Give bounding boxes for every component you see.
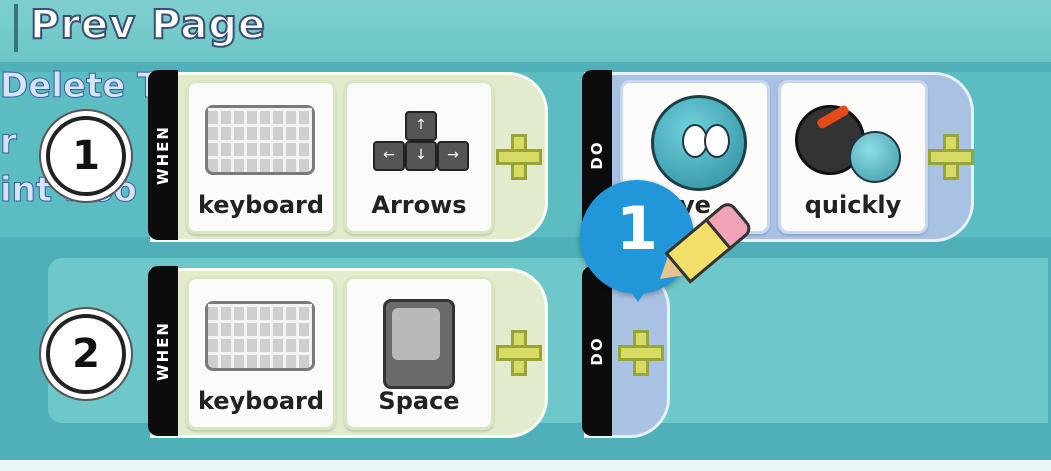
tile-label: Space [378,387,460,415]
when-label-2: WHEN [148,266,178,436]
keyboard-icon [205,301,315,371]
kodu-program-editor: Prev Page Delete T r int Roo 1 WHEN keyb… [0,0,1051,471]
tile-label: quickly [804,191,902,219]
keyboard-icon [205,105,315,175]
bar-edge [14,4,18,52]
when-label-1: WHEN [148,70,178,240]
keyboard-tile-2[interactable]: keyboard [186,276,336,430]
speedometer-icon [795,105,909,185]
tile-label: Arrows [371,191,467,219]
plus-icon[interactable] [928,134,974,180]
do-label-2: DO [582,266,612,436]
tile-label: keyboard [197,191,325,219]
spacebar-icon [383,299,455,389]
side-menu-delete[interactable]: Delete T [0,66,161,107]
tile-label: keyboard [197,387,325,415]
quickly-tile[interactable]: quickly [778,80,928,234]
arrows-tile[interactable]: ↑ ← ↓ → Arrows [344,80,494,234]
side-menu-item-2[interactable]: r [0,122,17,163]
prev-page-button[interactable]: Prev Page [29,1,266,49]
rule-number-1[interactable]: 1 [46,116,126,196]
plus-icon[interactable] [496,134,542,180]
top-bar: Prev Page [0,0,1051,62]
plus-icon[interactable] [496,330,542,376]
rule-number-2[interactable]: 2 [46,314,126,394]
space-tile[interactable]: Space [344,276,494,430]
plus-icon[interactable] [618,330,664,376]
arrow-keys-icon: ↑ ← ↓ → [369,111,469,175]
keyboard-tile-1[interactable]: keyboard [186,80,336,234]
move-face-icon [651,95,747,191]
